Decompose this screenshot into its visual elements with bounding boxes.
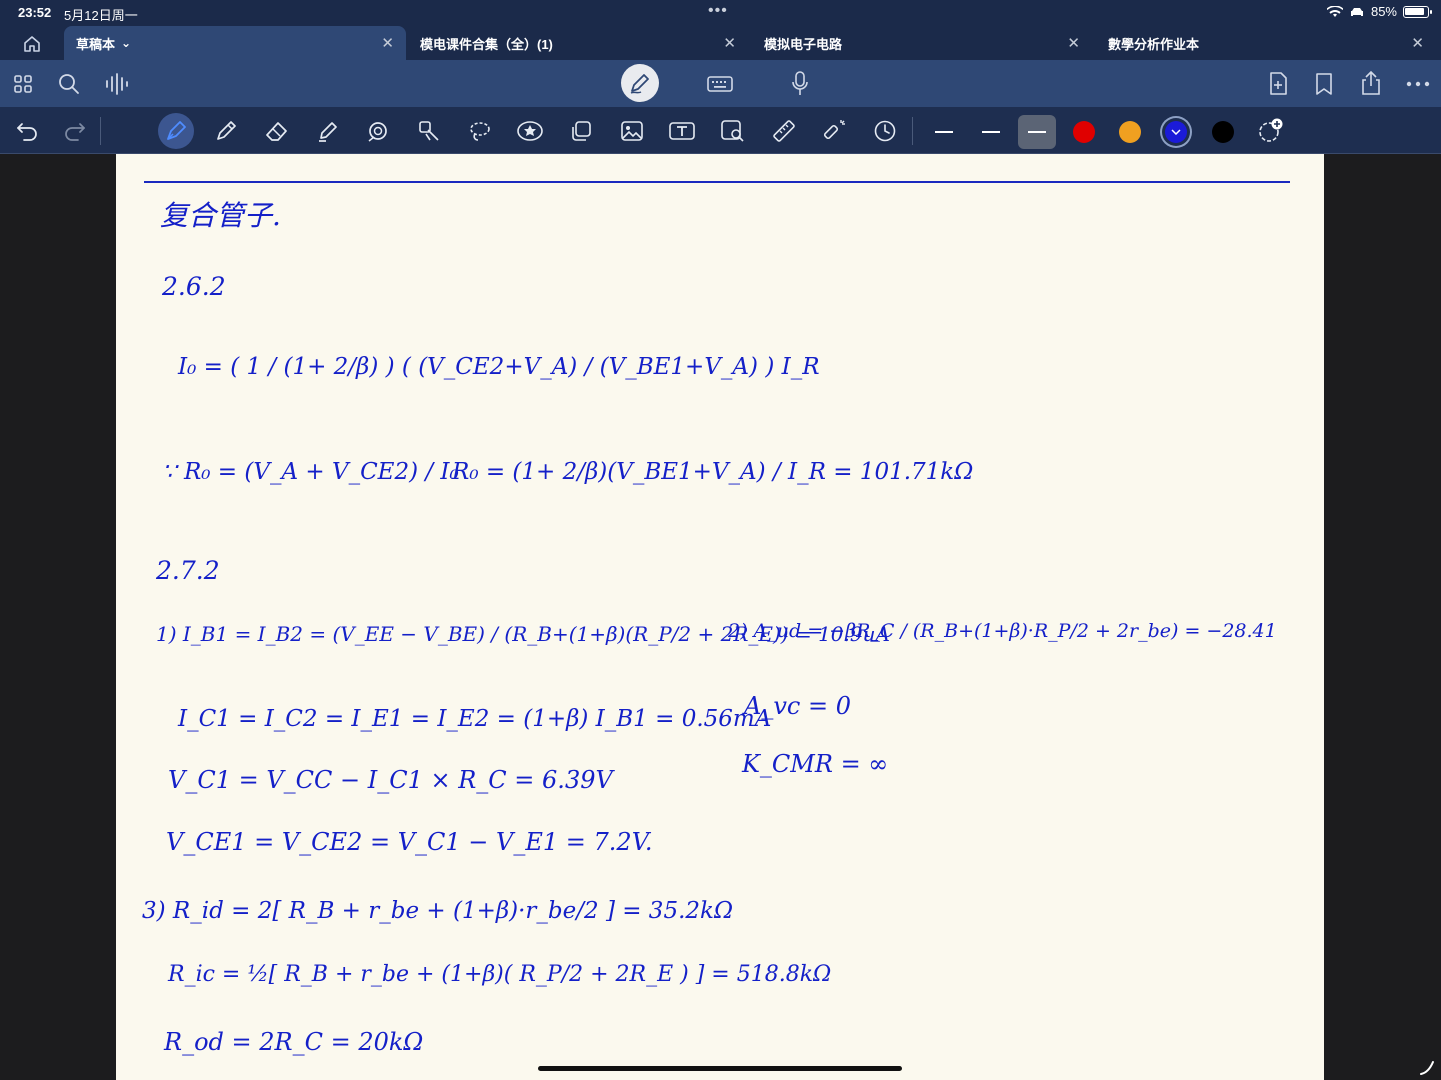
home-button[interactable]	[14, 32, 50, 56]
equation-io: I₀ = ( 1 / (1+ 2/β) ) ( (V_CE2+V_A) / (V…	[178, 354, 820, 380]
microphone-icon[interactable]	[788, 70, 812, 98]
chevron-down-icon	[1171, 129, 1181, 135]
home-icon	[24, 36, 40, 52]
undo-icon[interactable]	[12, 115, 44, 147]
bookmark-icon[interactable]	[1313, 70, 1335, 98]
equation-ro-def: ∵ R₀ = (V_A + V_CE2) / I₀	[162, 459, 459, 485]
equation-kcmr: K_CMR = ∞	[742, 750, 889, 778]
equation-rod: R_od = 2R_C = 20kΩ	[164, 1028, 424, 1056]
color-orange-swatch[interactable]	[1119, 121, 1141, 143]
sticker-icon[interactable]	[514, 115, 546, 147]
ruler-icon[interactable]	[768, 115, 800, 147]
equation-ic: I_C1 = I_C2 = I_E1 = I_E2 = (1+β) I_B1 =…	[178, 706, 772, 732]
color-blue-swatch[interactable]	[1165, 121, 1187, 143]
equation-vc1: V_C1 = V_CC − I_C1 × R_C = 6.39V	[168, 766, 613, 794]
search-icon[interactable]	[56, 71, 82, 97]
pencil-hover-icon	[1420, 1061, 1434, 1075]
section-number: 2.6.2	[162, 272, 226, 301]
image-icon[interactable]	[616, 115, 648, 147]
add-page-icon[interactable]	[1266, 70, 1290, 98]
fountain-pen-icon[interactable]	[158, 113, 194, 149]
status-bar: 23:52 5月12日周一 ••• 85%	[0, 0, 1441, 26]
divider	[912, 117, 913, 145]
tab-bar: 草稿本 ⌄ ✕ 模电课件合集（全）(1) ✕ 模拟电子电路 ✕ 數學分析作业本 …	[0, 26, 1441, 60]
laser-pointer-icon[interactable]	[818, 115, 850, 147]
note-heading: 复合管子.	[160, 199, 281, 232]
pen-mode-icon[interactable]	[621, 64, 659, 102]
drawing-toolbar	[0, 107, 1441, 154]
tab-label: 草稿本	[76, 36, 116, 52]
image-search-icon[interactable]	[717, 115, 749, 147]
text-box-icon[interactable]	[666, 115, 698, 147]
divider	[100, 117, 101, 145]
tab-label: 模电课件合集（全）(1)	[420, 36, 553, 52]
keyboard-icon[interactable]	[706, 72, 734, 96]
color-red-swatch[interactable]	[1073, 121, 1095, 143]
tab-analog-courseware[interactable]: 模电课件合集（全）(1) ✕	[408, 26, 748, 60]
section-number: 2.7.2	[156, 556, 220, 585]
stroke-medium[interactable]	[972, 115, 1010, 149]
close-icon[interactable]: ✕	[1411, 34, 1424, 52]
equation-ro-result: R₀ = (1+ 2/β)(V_BE1+V_A) / I_R = 101.71k…	[452, 459, 974, 485]
shape-icon[interactable]	[362, 115, 394, 147]
document-toolbar	[0, 60, 1441, 107]
color-black-swatch[interactable]	[1212, 121, 1234, 143]
tab-label: 模拟电子电路	[764, 36, 843, 52]
home-indicator[interactable]	[538, 1066, 902, 1071]
status-right: 85%	[1326, 4, 1432, 19]
battery-icon	[1403, 5, 1432, 18]
highlighter-icon[interactable]	[312, 115, 344, 147]
audio-wave-icon[interactable]	[102, 71, 130, 97]
eraser-icon[interactable]	[261, 115, 293, 147]
multitask-dots-icon[interactable]: •••	[708, 2, 728, 20]
equation-ric: R_ic = ½[ R_B + r_be + (1+β)( R_P/2 + 2R…	[168, 962, 832, 987]
close-icon[interactable]: ✕	[723, 34, 736, 52]
close-icon[interactable]: ✕	[1067, 34, 1080, 52]
equation-vce: V_CE1 = V_CE2 = V_C1 − V_E1 = 7.2V.	[166, 828, 653, 856]
car-icon	[1350, 7, 1363, 16]
stroke-thick[interactable]	[1018, 115, 1056, 149]
history-icon[interactable]	[869, 115, 901, 147]
share-icon[interactable]	[1358, 69, 1384, 97]
battery-percent: 85%	[1370, 4, 1397, 19]
lasso-icon[interactable]	[464, 115, 496, 147]
header-rule	[144, 181, 1290, 183]
equation-aud: 2) A_ud = −βR_C / (R_B+(1+β)·R_P/2 + 2r_…	[728, 620, 1277, 642]
grid-icon[interactable]	[10, 72, 36, 96]
equation-rid: 3) R_id = 2[ R_B + r_be + (1+β)·r_be/2 ]…	[142, 898, 734, 924]
equation-avc: A_vc = 0	[744, 692, 851, 720]
wifi-icon	[1326, 5, 1343, 17]
more-icon[interactable]	[1404, 72, 1432, 96]
tab-scratchpad[interactable]: 草稿本 ⌄ ✕	[64, 26, 406, 60]
add-color-icon[interactable]	[1254, 115, 1286, 147]
close-icon[interactable]: ✕	[381, 34, 394, 52]
tab-math-analysis[interactable]: 數學分析作业本 ✕	[1096, 26, 1436, 60]
elements-icon[interactable]	[413, 115, 445, 147]
status-time: 23:52	[18, 5, 52, 20]
stroke-thin[interactable]	[925, 115, 963, 149]
chevron-down-icon[interactable]: ⌄	[121, 36, 131, 50]
tab-analog-circuits[interactable]: 模拟电子电路 ✕	[752, 26, 1092, 60]
copy-icon[interactable]	[565, 115, 597, 147]
status-date: 5月12日周一	[64, 8, 138, 23]
note-page[interactable]: 复合管子. 2.6.2 I₀ = ( 1 / (1+ 2/β) ) ( (V_C…	[116, 154, 1324, 1080]
redo-icon[interactable]	[58, 115, 90, 147]
tab-label: 數學分析作业本	[1108, 36, 1200, 52]
pencil-icon[interactable]	[210, 115, 242, 147]
